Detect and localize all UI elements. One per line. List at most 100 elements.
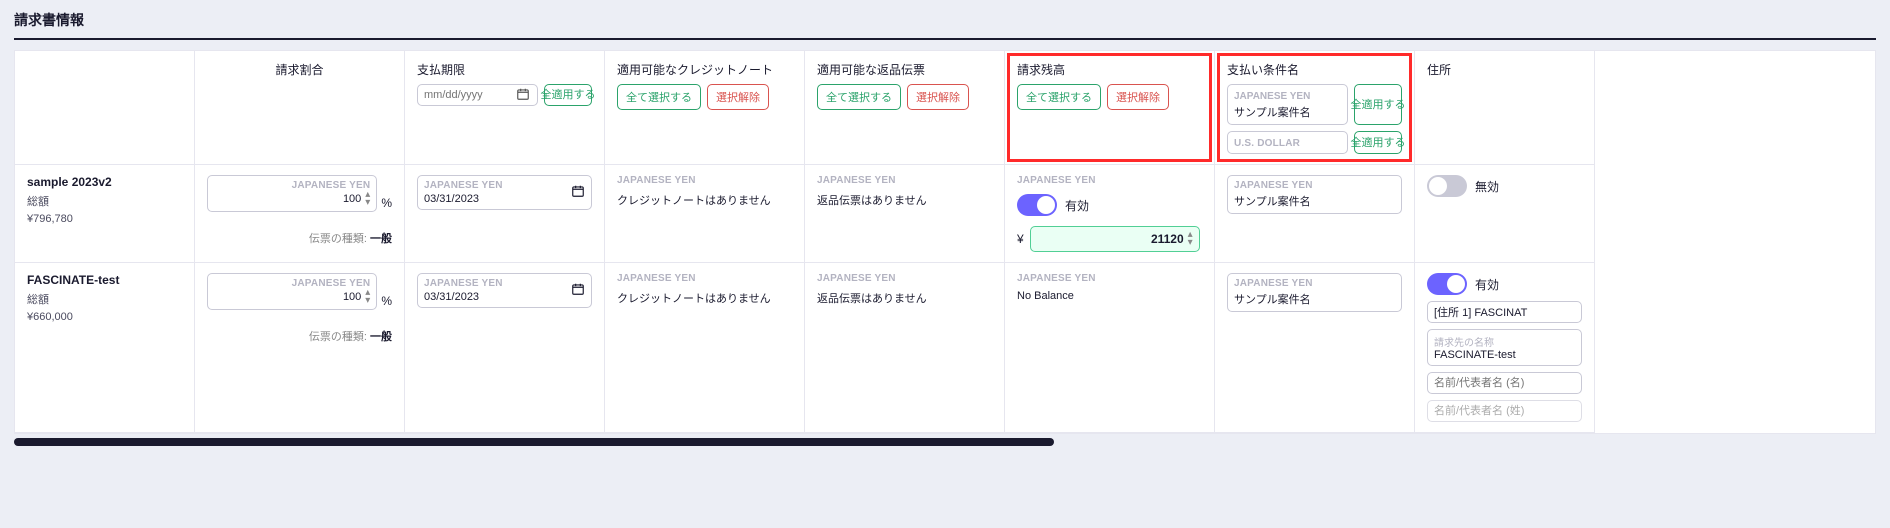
hdr-cond: 支払い条件名 JAPANESE YEN サンプル案件名 全適用する U.S. D… [1215, 51, 1415, 165]
deadline-currency: JAPANESE YEN [424, 180, 503, 191]
row-head: FASCINATE-test 総額 ¥660,000 [15, 263, 195, 433]
divider [14, 38, 1876, 40]
horizontal-scrollbar[interactable] [14, 438, 1054, 446]
addr-toggle-label: 無効 [1475, 178, 1499, 195]
return-currency: JAPANESE YEN [817, 273, 992, 284]
balance-symbol: ¥ [1017, 232, 1024, 246]
invoice-card: 請求割合 支払期限 全適用する [14, 50, 1876, 434]
stepper-icon[interactable]: ▴▾ [365, 289, 370, 305]
hdr-addr: 住所 [1415, 51, 1595, 165]
return-text: 返品伝票はありません [817, 290, 992, 306]
stepper-icon[interactable]: ▴▾ [1188, 231, 1193, 247]
voucher-type: 伝票の種類: 一般 [207, 328, 392, 344]
ratio-input[interactable] [301, 291, 361, 303]
deadline-value: 03/31/2023 [424, 291, 503, 303]
cell-return: JAPANESE YEN 返品伝票はありません [805, 263, 1005, 433]
table-scroll[interactable]: 請求割合 支払期限 全適用する [15, 51, 1875, 433]
cell-balance: JAPANESE YEN 有効 ¥ 21120 ▴▾ [1005, 165, 1215, 263]
percent-sign: % [381, 196, 392, 212]
percent-sign: % [381, 294, 392, 310]
addr-input[interactable] [1427, 301, 1582, 323]
addr-toggle[interactable] [1427, 175, 1467, 197]
cond-jpy-input[interactable]: JAPANESE YEN サンプル案件名 [1227, 84, 1348, 125]
row-name: sample 2023v2 [27, 175, 182, 189]
balance-toggle-label: 有効 [1065, 197, 1089, 214]
return-text: 返品伝票はありません [817, 192, 992, 208]
hdr-deadline: 支払期限 全適用する [405, 51, 605, 165]
credit-currency: JAPANESE YEN [617, 273, 792, 284]
balance-currency: JAPANESE YEN [1017, 175, 1202, 186]
credit-deselect-button[interactable]: 選択解除 [707, 84, 769, 110]
row-total-label: 総額 [27, 294, 49, 306]
cond-field[interactable]: JAPANESE YEN サンプル案件名 [1227, 273, 1402, 312]
invoice-grid: 請求割合 支払期限 全適用する [15, 51, 1875, 433]
cell-balance: JAPANESE YEN No Balance [1005, 263, 1215, 433]
cond-currency: JAPANESE YEN [1234, 180, 1395, 191]
cond-usd-currency: U.S. DOLLAR [1234, 138, 1341, 149]
return-deselect-button[interactable]: 選択解除 [907, 84, 969, 110]
cell-deadline: JAPANESE YEN 03/31/2023 [405, 263, 605, 433]
return-select-all-button[interactable]: 全て選択する [817, 84, 901, 110]
cond-jpy-sample: サンプル案件名 [1234, 104, 1341, 120]
hdr-credit-label: 適用可能なクレジットノート [617, 61, 792, 78]
cond-value: サンプル案件名 [1234, 291, 1395, 307]
credit-text: クレジットノートはありません [617, 192, 792, 208]
cell-addr: 無効 [1415, 165, 1595, 263]
balance-deselect-button[interactable]: 選択解除 [1107, 84, 1169, 110]
credit-text: クレジットノートはありません [617, 290, 792, 306]
cond-field[interactable]: JAPANESE YEN サンプル案件名 [1227, 175, 1402, 214]
cell-ratio: JAPANESE YEN ▴▾ % 伝票の種類: 一般 [195, 165, 405, 263]
billto-field[interactable]: 請求先の名称 FASCINATE-test [1427, 329, 1582, 366]
balance-toggle[interactable] [1017, 194, 1057, 216]
balance-text: No Balance [1017, 290, 1202, 302]
balance-select-all-button[interactable]: 全て選択する [1017, 84, 1101, 110]
voucher-type: 伝票の種類: 一般 [207, 230, 392, 246]
calendar-icon [571, 282, 585, 299]
cell-addr: 有効 請求先の名称 FASCINATE-test [1415, 263, 1595, 433]
cond-value: サンプル案件名 [1234, 193, 1395, 209]
deadline-field[interactable]: JAPANESE YEN 03/31/2023 [417, 175, 592, 210]
cell-cond: JAPANESE YEN サンプル案件名 [1215, 263, 1415, 433]
apply-all-label: 全適用する [541, 89, 596, 101]
deadline-global-input[interactable] [417, 84, 538, 106]
return-currency: JAPANESE YEN [817, 175, 992, 186]
rep-surname-input[interactable] [1427, 400, 1582, 422]
deadline-currency: JAPANESE YEN [424, 278, 503, 289]
calendar-icon [571, 184, 585, 201]
deadline-apply-all-button[interactable]: 全適用する [544, 84, 592, 106]
hdr-balance-label: 請求残高 [1017, 61, 1202, 78]
rep-name-input[interactable] [1427, 372, 1582, 394]
addr-toggle[interactable] [1427, 273, 1467, 295]
balance-amount-field[interactable]: 21120 ▴▾ [1030, 226, 1200, 252]
row-name: FASCINATE-test [27, 273, 182, 287]
cell-credit: JAPANESE YEN クレジットノートはありません [605, 165, 805, 263]
deadline-field[interactable]: JAPANESE YEN 03/31/2023 [417, 273, 592, 308]
hdr-return: 適用可能な返品伝票 全て選択する 選択解除 [805, 51, 1005, 165]
cond-currency: JAPANESE YEN [1234, 278, 1395, 289]
credit-select-all-button[interactable]: 全て選択する [617, 84, 701, 110]
hdr-deadline-label: 支払期限 [417, 61, 592, 78]
credit-currency: JAPANESE YEN [617, 175, 792, 186]
billto-label: 請求先の名称 [1434, 334, 1575, 349]
hdr-blank [15, 51, 195, 165]
cond-usd-input[interactable]: U.S. DOLLAR [1227, 131, 1348, 154]
cond-usd-apply-all-button[interactable]: 全適用する [1354, 131, 1402, 154]
cell-credit: JAPANESE YEN クレジットノートはありません [605, 263, 805, 433]
stepper-icon[interactable]: ▴▾ [365, 191, 370, 207]
page-title: 請求書情報 [0, 0, 1890, 38]
row-head: sample 2023v2 総額 ¥796,780 [15, 165, 195, 263]
hdr-ratio: 請求割合 [195, 51, 405, 165]
row-total: ¥660,000 [27, 311, 182, 323]
ratio-currency: JAPANESE YEN [214, 278, 370, 289]
addr-toggle-label: 有効 [1475, 276, 1499, 293]
hdr-balance: 請求残高 全て選択する 選択解除 [1005, 51, 1215, 165]
row-total: ¥796,780 [27, 213, 182, 225]
billto-value: FASCINATE-test [1434, 349, 1575, 361]
deadline-value: 03/31/2023 [424, 193, 503, 205]
hdr-cond-label: 支払い条件名 [1227, 61, 1402, 78]
cond-jpy-currency: JAPANESE YEN [1234, 91, 1341, 102]
ratio-input[interactable] [301, 193, 361, 205]
hdr-credit: 適用可能なクレジットノート 全て選択する 選択解除 [605, 51, 805, 165]
cond-jpy-apply-all-button[interactable]: 全適用する [1354, 84, 1402, 125]
cell-cond: JAPANESE YEN サンプル案件名 [1215, 165, 1415, 263]
